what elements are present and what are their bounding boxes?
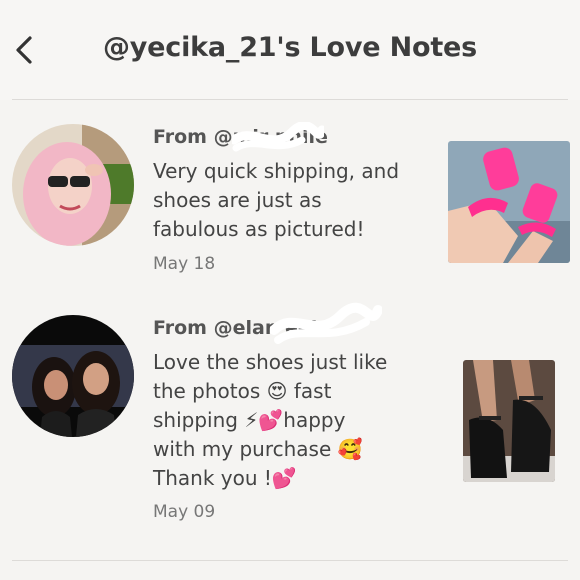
note-date: May 09 — [153, 502, 216, 522]
product-thumbnail[interactable] — [463, 360, 555, 482]
avatar[interactable] — [12, 315, 134, 437]
love-note: From @elan eek Love the shoes just like … — [0, 0, 580, 540]
list-divider — [12, 560, 568, 561]
redaction-scribble — [270, 302, 382, 344]
note-message: Love the shoes just like the photos 😍 fa… — [153, 350, 388, 490]
